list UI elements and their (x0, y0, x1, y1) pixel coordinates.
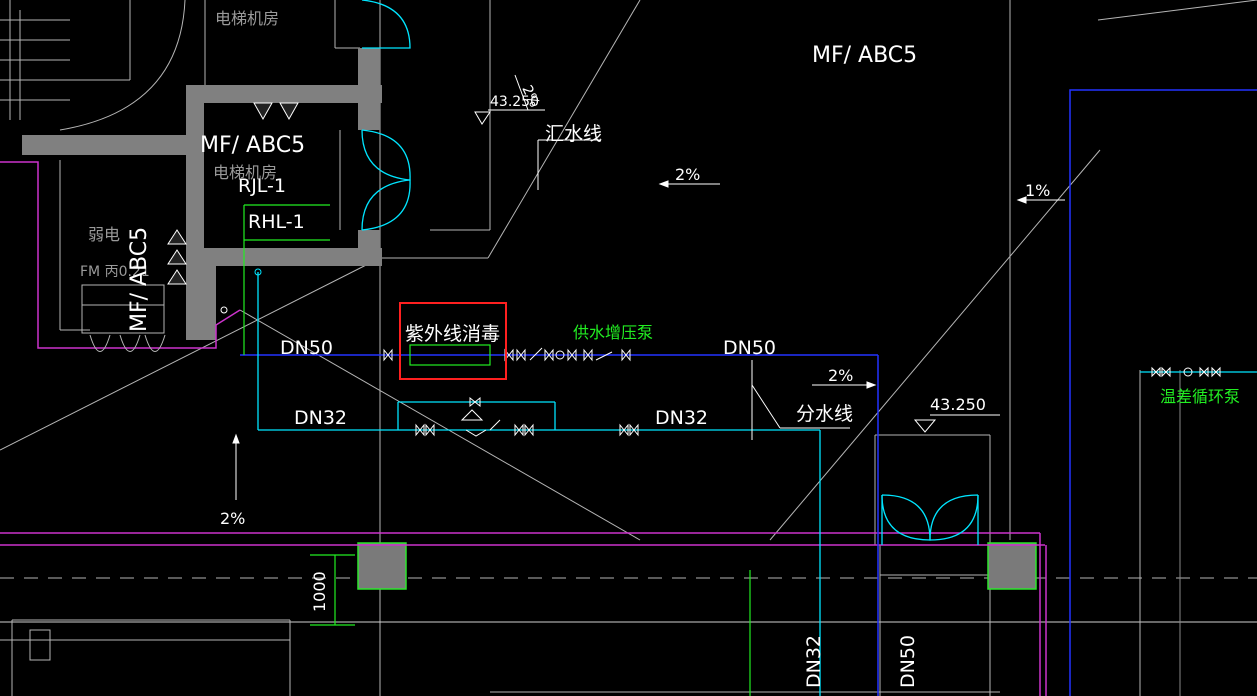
room-label-weak-current: 弱电 (88, 225, 120, 244)
slope-lower-left: 2% (220, 509, 245, 528)
extinguisher-label-vertical: MF/ ABC5 (127, 227, 152, 332)
elevation-right: 43.250 (930, 395, 986, 414)
slope-mid-right: 2% (828, 366, 853, 385)
structural-columns (357, 542, 1037, 590)
pipe-size-dn50-left: DN50 (280, 337, 333, 359)
blue-pipes (240, 89, 1257, 696)
label-collect-water-line: 汇水线 (545, 123, 602, 145)
slope-center: 2% (675, 165, 700, 184)
pipe-size-dn32-vertical: DN32 (803, 635, 825, 688)
pipe-id-rjl: RJL-1 (238, 175, 286, 197)
label-divide-water-line: 分水线 (796, 403, 853, 425)
cabinet-left (81, 284, 166, 352)
pipe-id-rhl: RHL-1 (248, 211, 305, 233)
pipe-size-dn50-right: DN50 (723, 337, 776, 359)
pipe-size-dn50-vertical: DN50 (897, 635, 919, 688)
cad-drawing-canvas[interactable]: 电梯机房 电梯机房 弱电 FM 丙0.21 MF/ ABC5 MF/ ABC5 … (0, 0, 1257, 696)
room-label-elevator-top: 电梯机房 (215, 9, 279, 28)
equipment-temp-circ-pump: 温差循环泵 (1160, 387, 1240, 406)
equipment-uv-disinfection: 紫外线消毒 (405, 323, 500, 345)
walls (22, 48, 382, 340)
extinguisher-label-center: MF/ ABC5 (200, 133, 305, 158)
equipment-booster-pump: 供水增压泵 (573, 323, 653, 342)
dimension-1000: 1000 (310, 571, 329, 612)
pipe-size-dn32-right: DN32 (655, 407, 708, 429)
slope-right: 1% (1025, 181, 1050, 200)
extinguisher-label-top-right: MF/ ABC5 (812, 43, 917, 68)
pipe-size-dn32-left: DN32 (294, 407, 347, 429)
